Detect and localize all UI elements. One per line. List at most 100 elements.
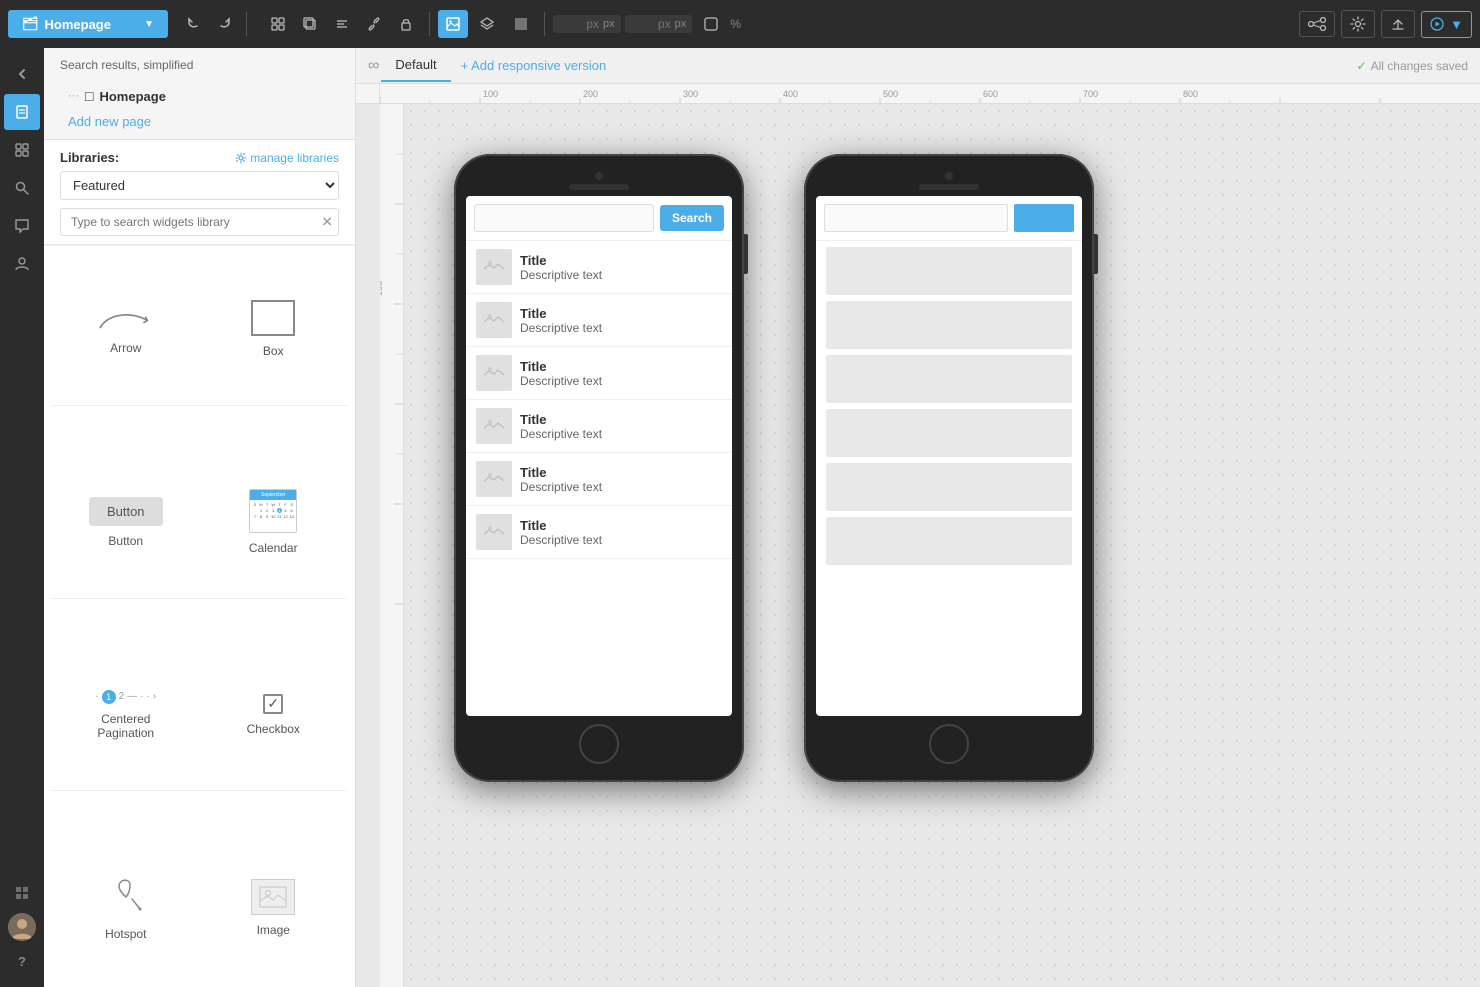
widget-pagination[interactable]: · 1 2 — · · › Centered Pagination: [52, 639, 200, 786]
cal-body: SMTWTFS 123456 78910111213: [250, 500, 296, 521]
library-select[interactable]: Featured: [60, 171, 339, 200]
help-button[interactable]: ?: [4, 943, 40, 979]
link-button[interactable]: [359, 10, 389, 38]
undo-button[interactable]: [180, 11, 208, 37]
page-title-button[interactable]: 🗂 Homepage ▼: [8, 10, 168, 38]
duplicate-button[interactable]: [295, 10, 325, 38]
avatar[interactable]: [8, 913, 36, 941]
list-item-3[interactable]: Title Descriptive text: [466, 347, 732, 400]
grey-search-btn: [1014, 204, 1074, 232]
list-desc-2: Descriptive text: [520, 321, 602, 335]
tab-default[interactable]: Default: [381, 49, 450, 82]
add-responsive-btn[interactable]: + Add responsive version: [451, 50, 617, 81]
image-label: Image: [257, 923, 290, 937]
comments-button[interactable]: [4, 208, 40, 244]
svg-text:200: 200: [583, 89, 598, 99]
ruler-h: 100 200 300 400 500 600 70: [380, 84, 1480, 104]
grey-item-5: [826, 463, 1072, 511]
list-item-4[interactable]: Title Descriptive text: [466, 400, 732, 453]
widget-arrow[interactable]: Arrow: [52, 254, 200, 401]
widget-box[interactable]: Box: [200, 254, 348, 401]
libraries-label: Libraries:: [60, 150, 119, 165]
list-thumb-4: [476, 408, 512, 444]
checkbox-label: Checkbox: [247, 722, 300, 736]
arrange-button[interactable]: [263, 10, 293, 38]
add-page-link[interactable]: Add new page: [60, 112, 339, 131]
page-icon: 🗂: [22, 16, 39, 32]
sidebar: Search results, simplified ··· □ Homepag…: [44, 48, 356, 987]
page-tree-item: ··· □ Homepage: [60, 84, 339, 108]
widgets-button[interactable]: [4, 132, 40, 168]
page-tree-page-icon: □: [85, 88, 93, 104]
thumb-icon-5: [484, 471, 504, 487]
phone-bottom-2: [816, 724, 1082, 764]
grey-item-3: [826, 355, 1072, 403]
settings-button[interactable]: [1341, 10, 1375, 38]
top-bar-left: 🗂 Homepage ▼: [8, 10, 741, 38]
image-mode-button[interactable]: [438, 10, 468, 38]
list-title-4: Title: [520, 412, 602, 427]
widget-hotspot[interactable]: Hotspot: [52, 832, 200, 979]
grid-nav-button[interactable]: [4, 875, 40, 911]
grey-search-input: [824, 204, 1008, 232]
list-item-6[interactable]: Title Descriptive text: [466, 506, 732, 559]
button-preview: Button: [89, 497, 163, 526]
sidebar-header: Search results, simplified ··· □ Homepag…: [44, 48, 355, 140]
list-item-1[interactable]: Title Descriptive text: [466, 241, 732, 294]
phones-container: Search Title: [434, 134, 1480, 802]
cal-header: September: [250, 490, 296, 500]
widget-search: ✕: [60, 208, 339, 236]
separator-2: [429, 12, 430, 36]
top-bar: 🗂 Homepage ▼: [0, 0, 1480, 48]
calendar-preview: September SMTWTFS 123456 78910111213: [249, 489, 297, 533]
back-nav-button[interactable]: [4, 56, 40, 92]
widget-search-input[interactable]: [60, 208, 339, 236]
export-button[interactable]: [1381, 10, 1415, 38]
thumb-icon-2: [484, 312, 504, 328]
width-input[interactable]: [559, 17, 599, 31]
widget-image[interactable]: Image: [200, 832, 348, 979]
align-button[interactable]: [327, 10, 357, 38]
page-name: Homepage: [99, 89, 165, 104]
search-button[interactable]: [4, 170, 40, 206]
phone-home-btn-1[interactable]: [579, 724, 619, 764]
search-clear-icon[interactable]: ✕: [321, 214, 333, 231]
layer-button[interactable]: [472, 10, 502, 38]
main-layout: ? Search results, simplified ··· □ Homep…: [0, 48, 1480, 987]
pages-button[interactable]: [4, 94, 40, 130]
box-shape: [251, 300, 295, 336]
list-item-2[interactable]: Title Descriptive text: [466, 294, 732, 347]
widget-button[interactable]: Button Button: [52, 447, 200, 594]
phone-search-btn[interactable]: Search: [660, 205, 724, 231]
chevron-down-icon: ▼: [144, 19, 154, 30]
manage-libraries-link[interactable]: manage libraries: [235, 151, 339, 165]
lock-button[interactable]: [391, 10, 421, 38]
list-text-4: Title Descriptive text: [520, 412, 602, 441]
height-input[interactable]: [631, 17, 671, 31]
users-button[interactable]: [4, 246, 40, 282]
connect-button[interactable]: [1299, 11, 1335, 37]
widget-grid: Arrow Box Button Button: [44, 245, 355, 987]
grid-nav-icon: [14, 885, 30, 901]
svg-text:100: 100: [380, 281, 384, 296]
list-thumb-2: [476, 302, 512, 338]
grid-button[interactable]: [506, 10, 536, 38]
svg-text:800: 800: [1183, 89, 1198, 99]
opacity-button[interactable]: [696, 10, 726, 38]
widget-checkbox[interactable]: ✓ Checkbox: [200, 639, 348, 786]
align-icon: [334, 16, 350, 32]
list-item-5[interactable]: Title Descriptive text: [466, 453, 732, 506]
play-button[interactable]: ▼: [1421, 11, 1472, 38]
page-tree: ··· □ Homepage: [60, 80, 339, 112]
redo-button[interactable]: [210, 11, 238, 37]
hotspot-svg: [104, 875, 148, 919]
thumb-icon-1: [484, 259, 504, 275]
phone-search-input[interactable]: [474, 204, 654, 232]
libraries-section: Libraries: manage libraries Featured ✕: [44, 140, 355, 245]
widget-calendar[interactable]: September SMTWTFS 123456 78910111213 Cal…: [200, 447, 348, 594]
phone-home-btn-2[interactable]: [929, 724, 969, 764]
canvas-scroll[interactable]: Search Title: [404, 104, 1480, 987]
hotspot-label: Hotspot: [105, 927, 146, 941]
back-icon: [14, 66, 30, 82]
grid-icon: [513, 16, 529, 32]
